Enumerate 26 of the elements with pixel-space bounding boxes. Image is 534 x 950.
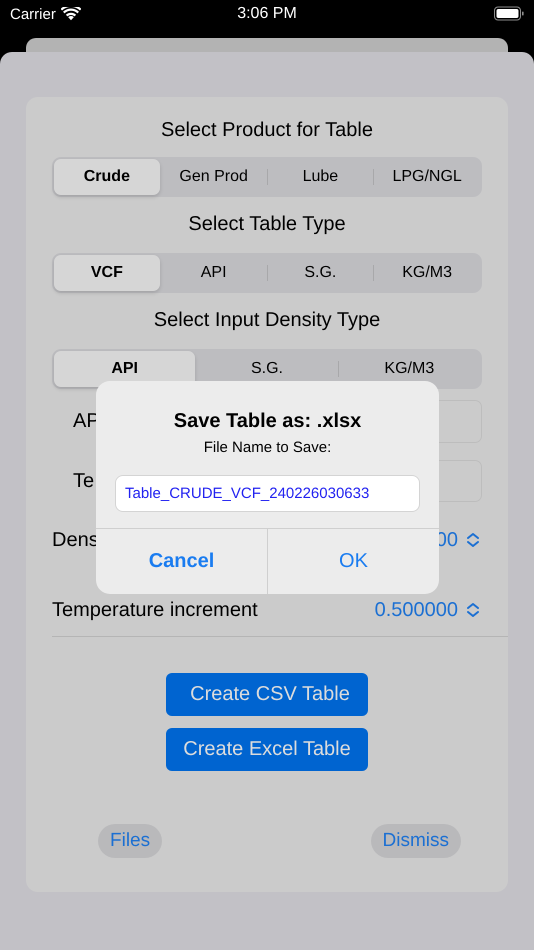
segment-tab[interactable]: Crude [54, 159, 160, 195]
field-label: Te [72, 470, 96, 492]
create-excel-button[interactable]: Create Excel Table [166, 728, 368, 771]
alert-message: File Name to Save: [204, 438, 332, 458]
segment-tab[interactable]: S.G. [268, 255, 374, 291]
up-down-chevron-icon[interactable] [466, 532, 480, 548]
section-title: Select Table Type [187, 212, 347, 237]
segment-tab[interactable]: S.G. [196, 351, 338, 387]
carrier-name: Carrier [10, 6, 56, 22]
segment-tab[interactable]: Lube [268, 159, 374, 195]
segment-tab[interactable]: KG/M3 [338, 351, 480, 387]
segment-tab[interactable]: VCF [54, 255, 160, 291]
segment-tab[interactable]: KG/M3 [374, 255, 480, 291]
clock-time: 3:06 PM [237, 4, 297, 24]
section-title: Select Product for Table [160, 118, 374, 143]
setting-label: Temperature increment [52, 598, 258, 622]
segment-tab[interactable]: Gen Prod [160, 159, 266, 195]
up-down-chevron-icon[interactable] [466, 602, 480, 618]
segment-tab[interactable]: API [160, 255, 266, 291]
segment-tab[interactable]: LPG/NGL [374, 159, 480, 195]
file-name-field[interactable]: Table_CRUDE_VCF_240226030633 [115, 475, 420, 512]
wifi-icon [60, 6, 81, 22]
create-csv-button[interactable]: Create CSV Table [166, 673, 368, 716]
section-title: Select Input Density Type [152, 308, 382, 333]
battery-icon [494, 6, 524, 21]
alert-title: Save Table as: .xlsx [174, 409, 362, 434]
